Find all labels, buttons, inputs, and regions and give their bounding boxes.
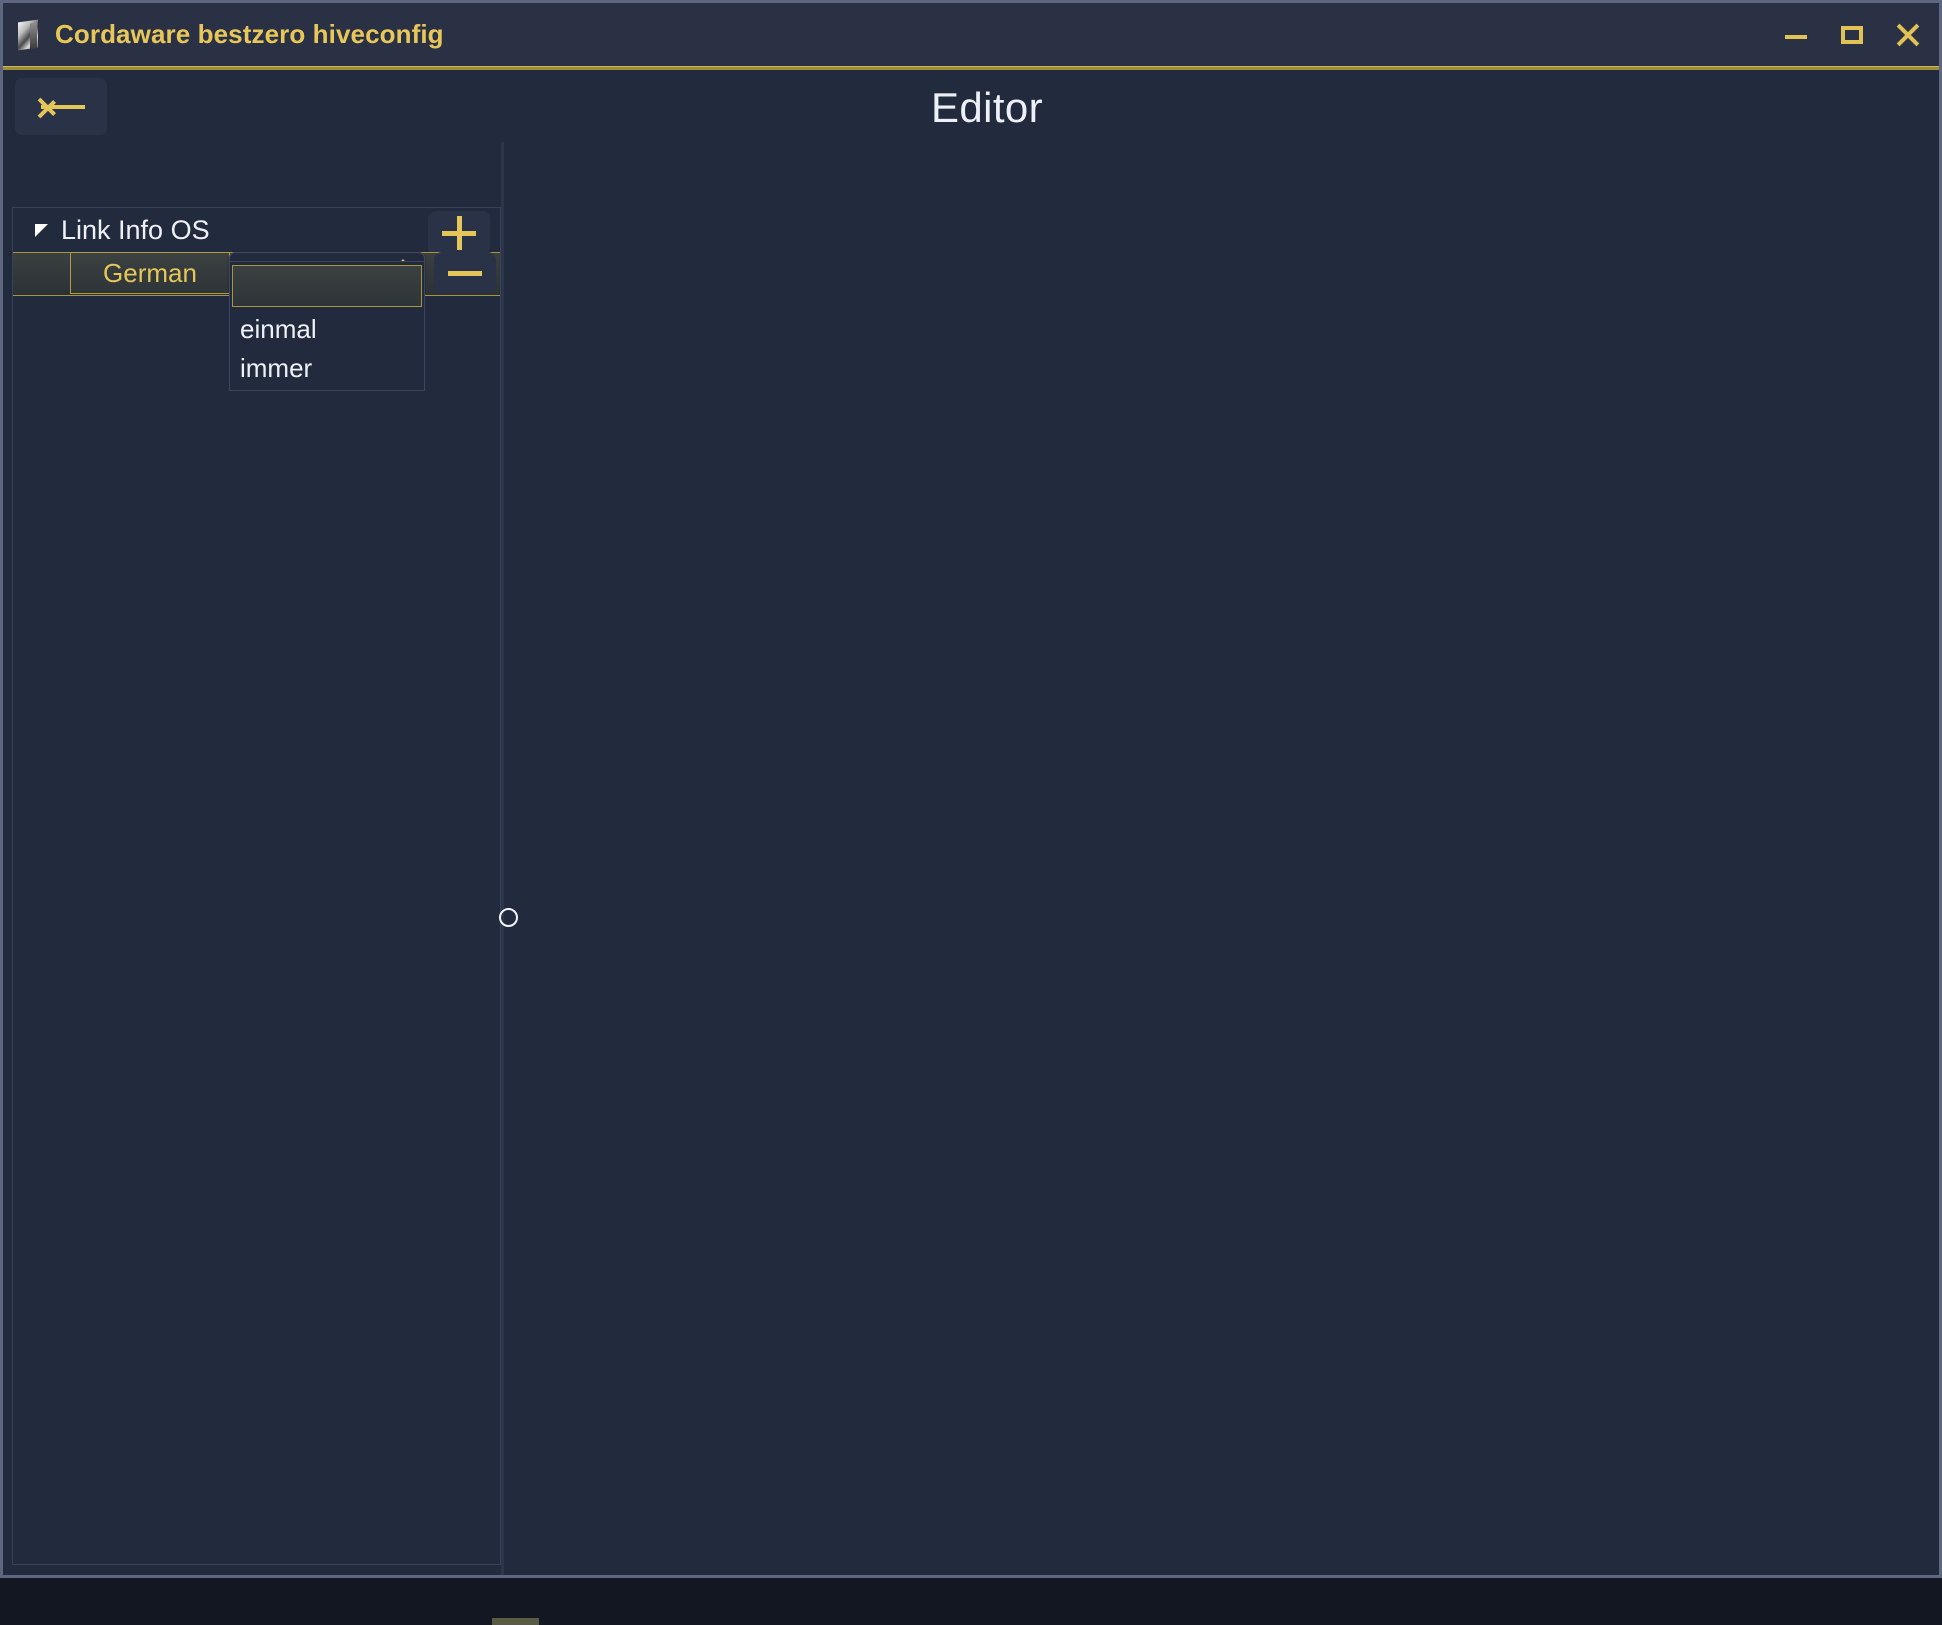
horizontal-scrollbar[interactable]: [492, 1618, 539, 1625]
maximize-icon[interactable]: [1837, 20, 1867, 50]
triangle-expanded-icon[interactable]: [35, 223, 48, 237]
tree-root-label: Link Info OS: [61, 214, 210, 245]
list-item[interactable]: [232, 265, 422, 307]
window-title: Cordaware bestzero hiveconfig: [55, 19, 444, 49]
window-controls: [1781, 3, 1923, 66]
body-area: Editor Link Info OS German einmal immer: [3, 70, 1939, 1625]
application-window: Cordaware bestzero hiveconfig Editor Lin…: [0, 0, 1942, 1625]
list-item[interactable]: einmal: [230, 310, 424, 349]
remove-language-button[interactable]: [434, 252, 496, 294]
add-language-button[interactable]: [428, 211, 490, 255]
minimize-icon[interactable]: [1781, 20, 1811, 50]
tree-root-row[interactable]: Link Info OS: [13, 208, 500, 255]
combobox-dropdown[interactable]: einmal immer: [229, 261, 425, 391]
plus-icon: [442, 216, 476, 250]
language-label[interactable]: German: [70, 252, 230, 294]
title-bar[interactable]: Cordaware bestzero hiveconfig: [3, 3, 1939, 66]
minus-icon: [448, 270, 482, 276]
split-panes: Link Info OS German einmal immer: [3, 142, 1939, 1575]
list-item[interactable]: immer: [230, 349, 424, 388]
page-title: Editor: [930, 84, 1044, 131]
header-strip: Editor: [3, 70, 1939, 142]
close-icon[interactable]: [1893, 20, 1923, 50]
app-icon: [15, 19, 41, 50]
tree-body: Link Info OS German einmal immer: [13, 208, 500, 391]
tree-panel: Link Info OS German einmal immer: [12, 207, 501, 1565]
editor-panel: [504, 142, 1939, 1575]
